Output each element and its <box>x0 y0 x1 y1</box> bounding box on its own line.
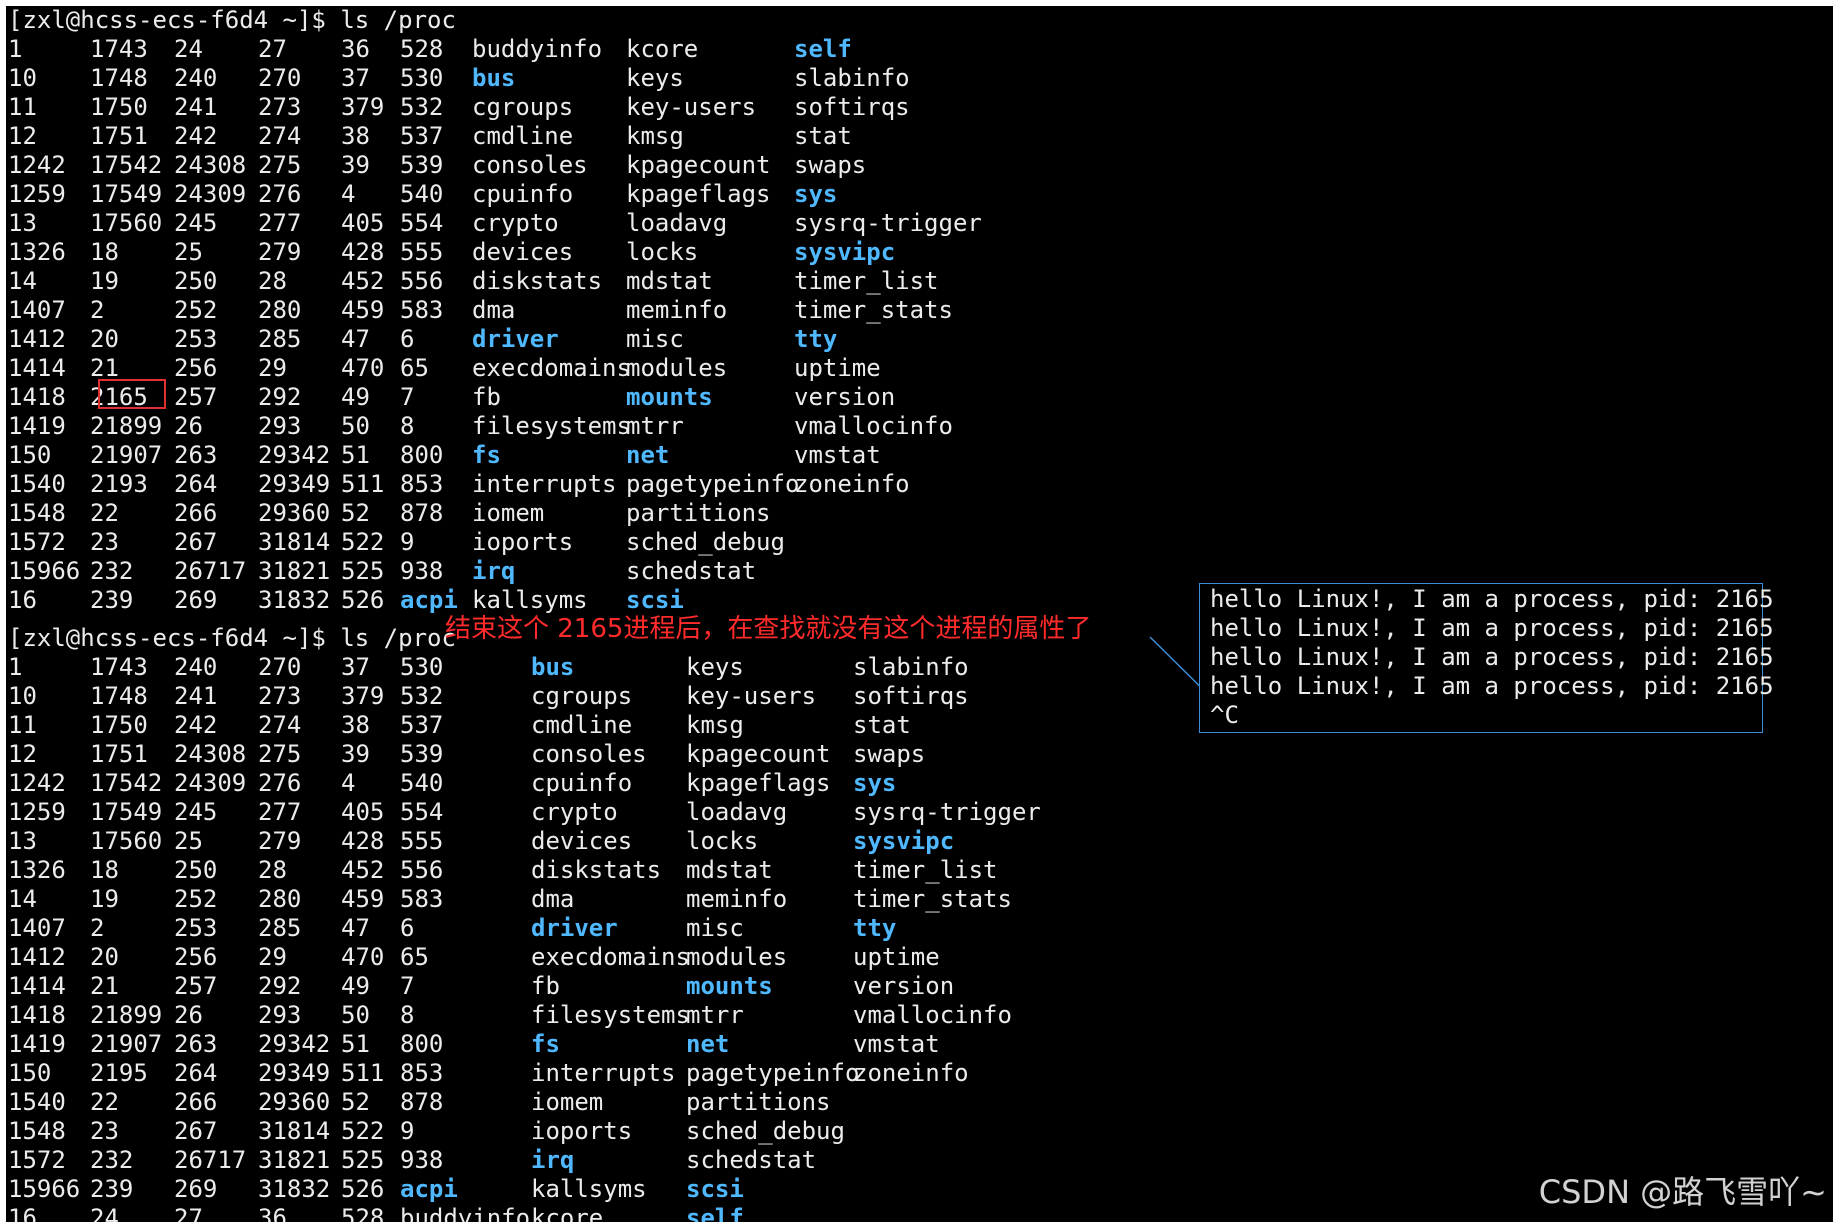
output-line: hello Linux!, I am a process, pid: 2165 <box>1210 672 1774 700</box>
output-line: hello Linux!, I am a process, pid: 2165 <box>1210 614 1774 642</box>
output-line: ^C <box>1210 701 1239 729</box>
output-line: hello Linux!, I am a process, pid: 2165 <box>1210 585 1774 613</box>
output-line: hello Linux!, I am a process, pid: 2165 <box>1210 643 1774 671</box>
program-output-popup: hello Linux!, I am a process, pid: 2165 h… <box>1199 583 1774 733</box>
terminal-window[interactable]: [zxl@hcss-ecs-f6d4 ~]$ ls /proc 1 1743 24 2… <box>6 6 1833 1222</box>
watermark: CSDN @路飞雪吖~ <box>1538 1173 1827 1211</box>
